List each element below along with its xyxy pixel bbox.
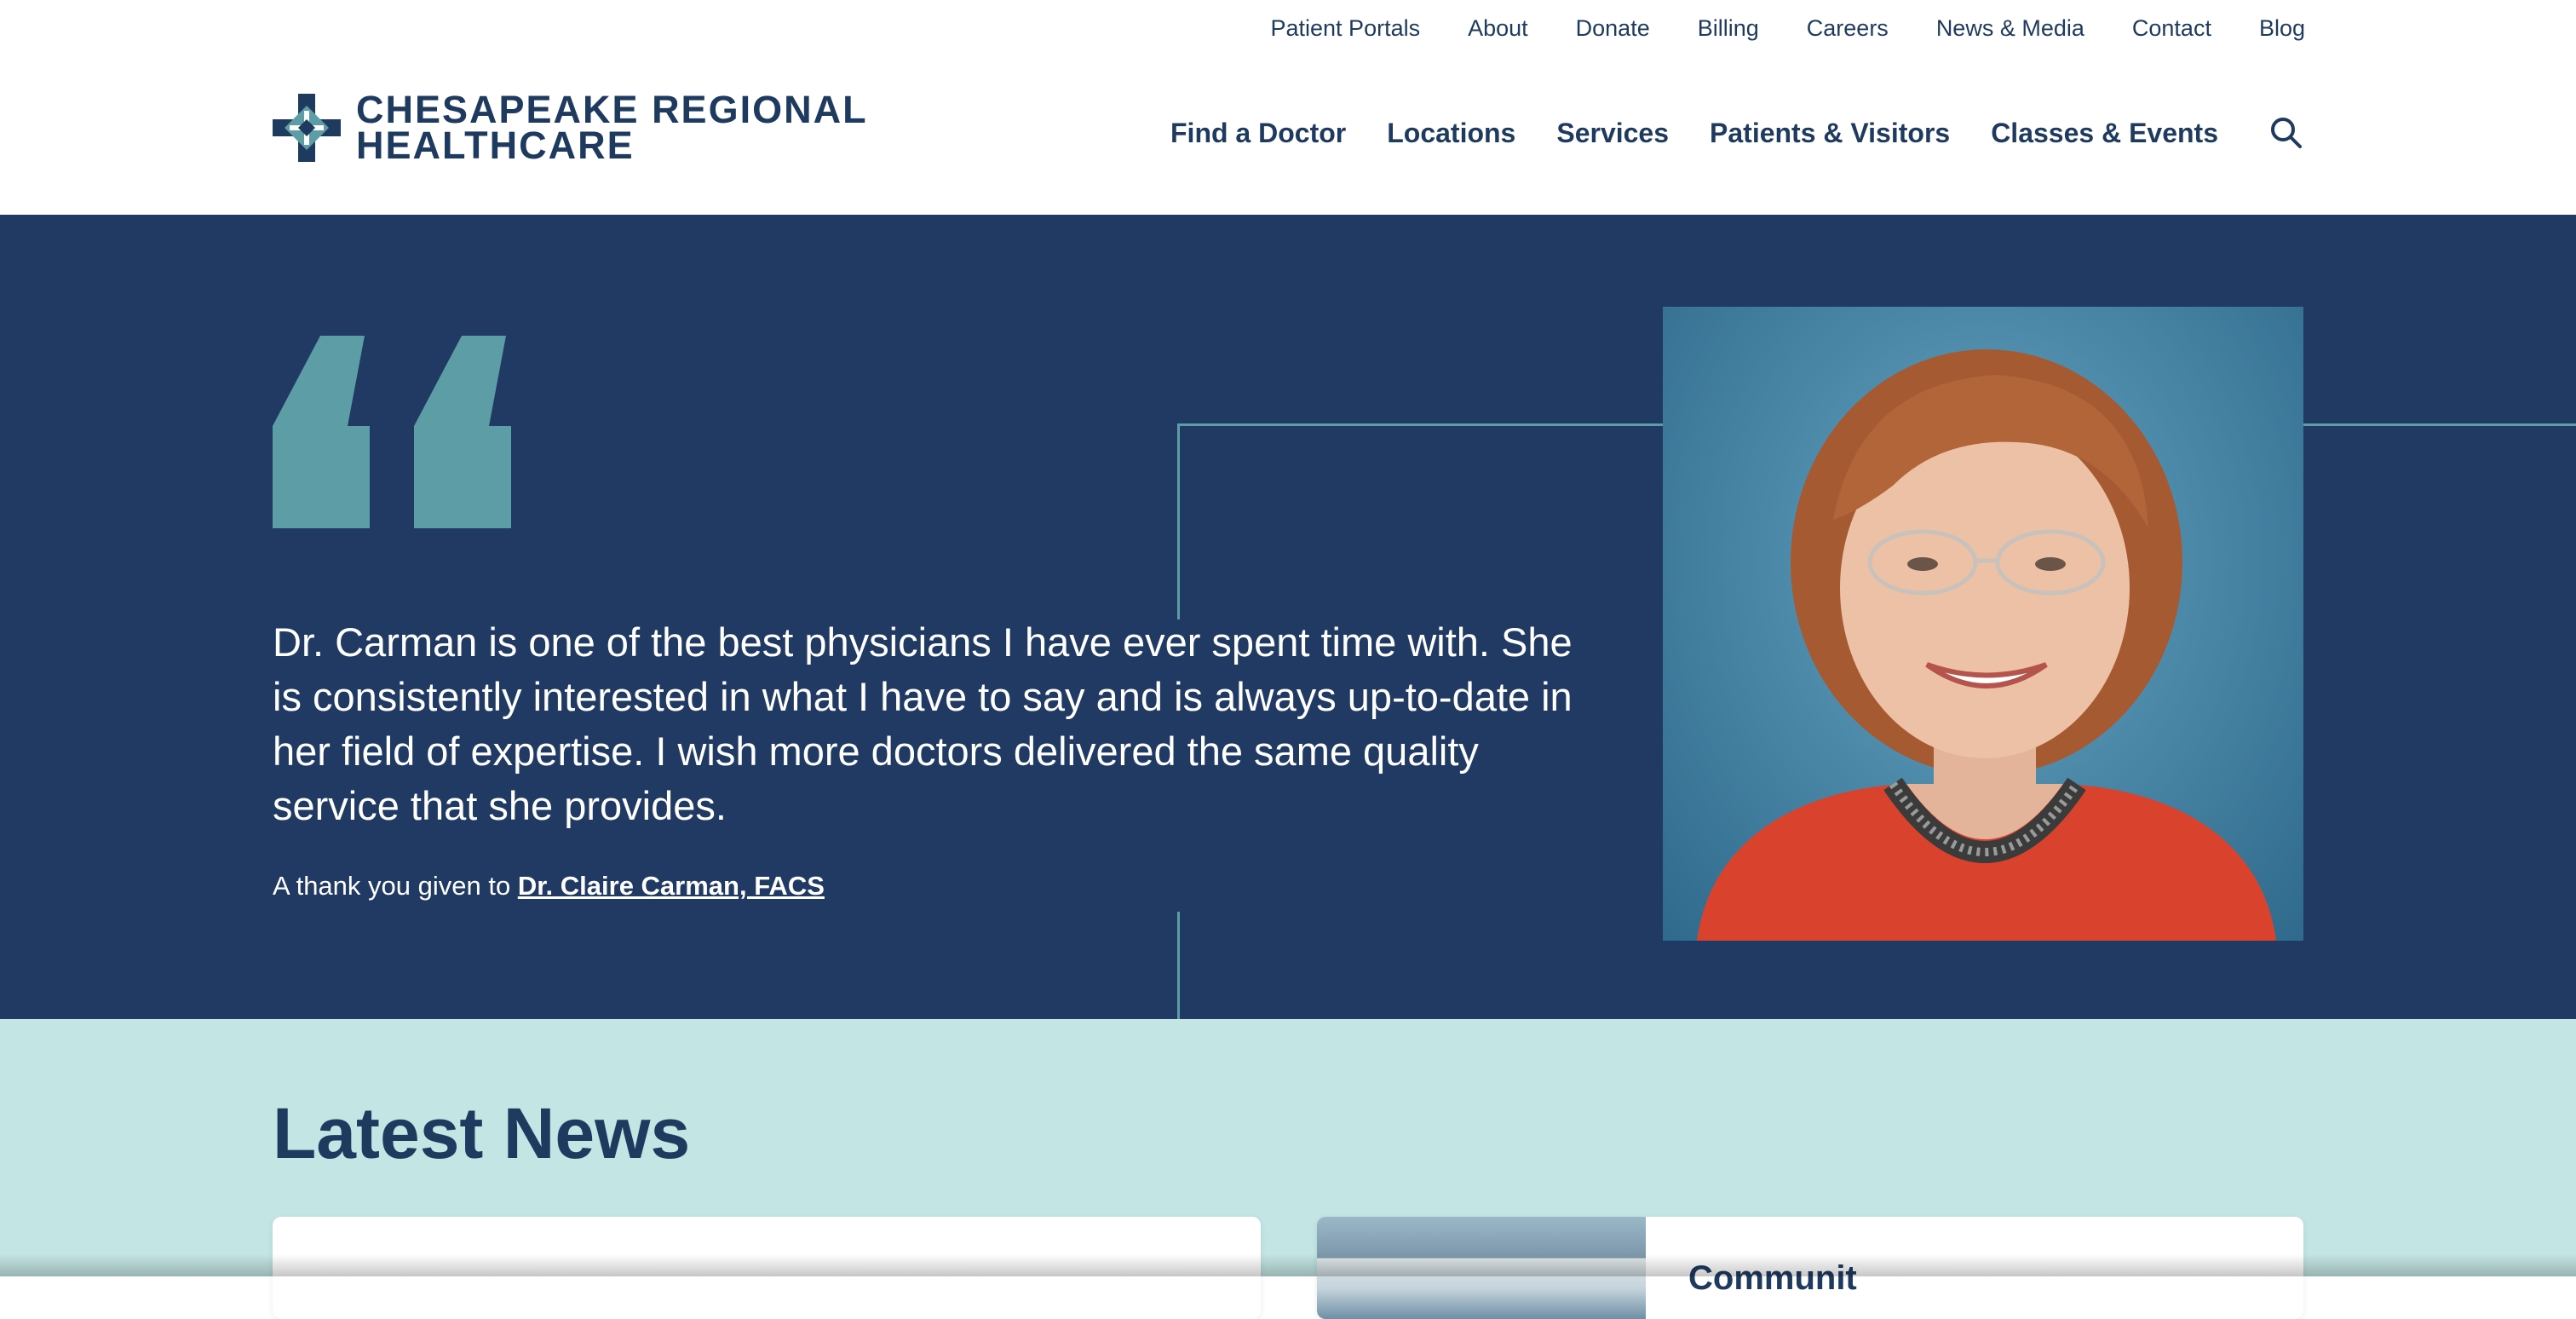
utility-nav: Patient Portals About Donate Billing Car… (1271, 15, 2306, 42)
logo-line-2: HEALTHCARE (356, 124, 635, 167)
main-nav: Find a Doctor Locations Services Patient… (1170, 118, 2218, 149)
decorative-line (2303, 423, 2576, 426)
nav-find-a-doctor[interactable]: Find a Doctor (1170, 118, 1346, 149)
testimonial-section: Dr. Carman is one of the best physicians… (0, 215, 2576, 1019)
attribution-prefix: A thank you given to (273, 871, 518, 901)
logo-mark-icon (273, 94, 341, 162)
utility-link-billing[interactable]: Billing (1698, 15, 1759, 42)
utility-link-patient-portals[interactable]: Patient Portals (1271, 15, 1421, 42)
site-logo[interactable]: CHESAPEAKE REGIONAL HEALTHCARE (273, 88, 868, 167)
site-header: Patient Portals About Donate Billing Car… (0, 0, 2576, 215)
utility-link-about[interactable]: About (1468, 15, 1528, 42)
decorative-line (1177, 423, 1663, 426)
latest-news-section: Latest News Communit (0, 1019, 2576, 1319)
logo-text: CHESAPEAKE REGIONAL HEALTHCARE (356, 88, 868, 167)
testimonial-attribution: A thank you given to Dr. Claire Carman, … (273, 871, 825, 901)
doctor-portrait (1663, 307, 2303, 941)
nav-classes-events[interactable]: Classes & Events (1991, 118, 2218, 149)
nav-patients-visitors[interactable]: Patients & Visitors (1710, 118, 1950, 149)
doctor-profile-link[interactable]: Dr. Claire Carman, FACS (518, 871, 825, 901)
utility-link-blog[interactable]: Blog (2259, 15, 2305, 42)
quote-icon (273, 336, 511, 528)
testimonial-quote: Dr. Carman is one of the best physicians… (273, 619, 1573, 828)
logo-line-1: CHESAPEAKE REGIONAL (356, 88, 868, 131)
decorative-line (1177, 912, 1180, 1019)
utility-link-careers[interactable]: Careers (1807, 15, 1889, 42)
nav-locations[interactable]: Locations (1387, 118, 1515, 149)
scroll-shadow (0, 1254, 2576, 1276)
utility-link-donate[interactable]: Donate (1576, 15, 1650, 42)
section-title: Latest News (273, 1093, 691, 1173)
nav-services[interactable]: Services (1556, 118, 1669, 149)
utility-link-news-media[interactable]: News & Media (1936, 15, 2084, 42)
search-icon (2271, 118, 2302, 148)
utility-link-contact[interactable]: Contact (2132, 15, 2211, 42)
search-button[interactable] (2268, 114, 2305, 152)
decorative-line (1177, 423, 1180, 619)
portrait-image (1697, 349, 2276, 941)
